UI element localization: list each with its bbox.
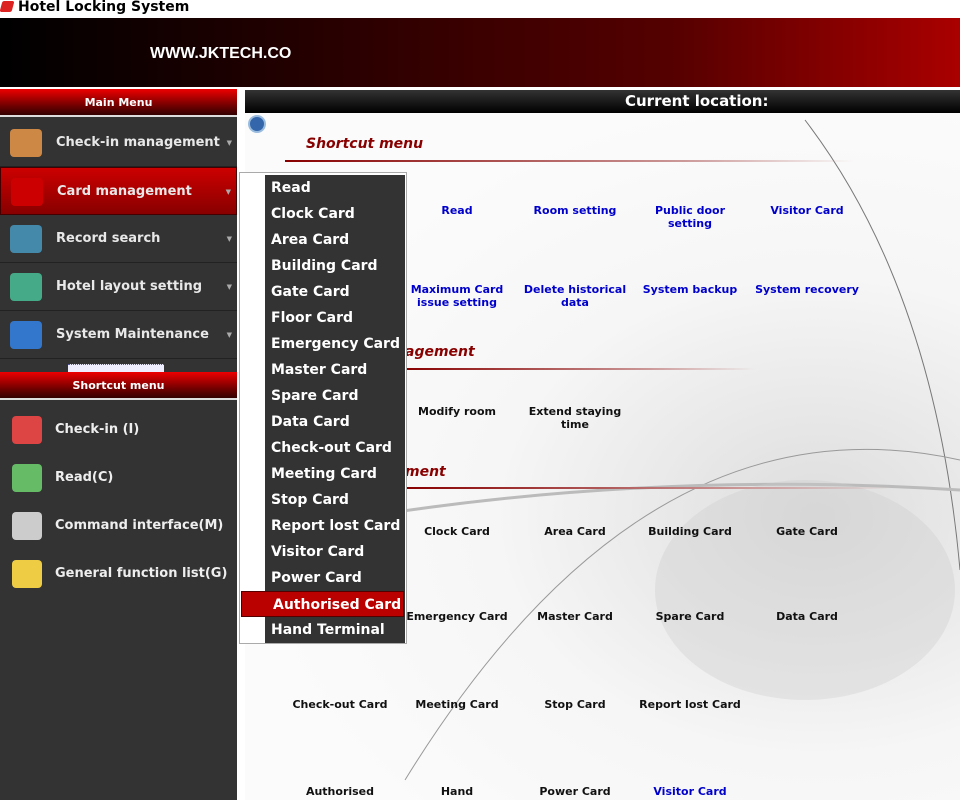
shortcut-cell[interactable]: Delete historical data: [520, 283, 630, 309]
shortcut-cell[interactable]: Modify room: [402, 405, 512, 418]
shortcut-cell[interactable]: Authorised: [285, 785, 395, 798]
menu-item-system-maintenance[interactable]: System Maintenance ▼: [0, 311, 237, 359]
splitter-handle[interactable]: [68, 364, 164, 372]
dropdown-item[interactable]: Visitor Card: [240, 539, 405, 565]
recycle-bin-icon: [12, 464, 42, 492]
shortcut-cell[interactable]: Master Card: [520, 610, 630, 623]
shortcut-cell[interactable]: System backup: [635, 283, 745, 296]
shortcut-cell[interactable]: Power Card: [520, 785, 630, 798]
dropdown-item[interactable]: Hand Terminal: [240, 617, 405, 643]
dropdown-item[interactable]: Building Card: [240, 253, 405, 279]
menu-item-hotel-layout-setting[interactable]: Hotel layout setting ▼: [0, 263, 237, 311]
magnifier-icon: [10, 225, 42, 253]
shortcut-cell[interactable]: Hand: [402, 785, 512, 798]
tools-icon: [10, 321, 42, 349]
building-icon: [10, 273, 42, 301]
dropdown-item[interactable]: Gate Card: [240, 279, 405, 305]
divider: [405, 487, 895, 489]
menu-item-label: Hotel layout setting: [56, 279, 203, 294]
shortcut-cell[interactable]: Clock Card: [402, 525, 512, 538]
shortcut-cell[interactable]: Meeting Card: [402, 698, 512, 711]
shortcut-1[interactable]: Read(C): [0, 454, 237, 502]
title-bar: Hotel Locking System: [0, 0, 960, 17]
shortcut-cell[interactable]: Read: [402, 204, 512, 217]
shortcut-cell[interactable]: Data Card: [752, 610, 862, 623]
shortcut-cell[interactable]: Visitor Card: [752, 204, 862, 217]
banner: WWW.JKTECH.CO: [0, 18, 960, 87]
shortcut-3[interactable]: General function list(G): [0, 550, 237, 598]
shortcut-cell[interactable]: Public door setting: [635, 204, 745, 230]
menu-item-record-search[interactable]: Record search ▼: [0, 215, 237, 263]
shortcut-cell[interactable]: Area Card: [520, 525, 630, 538]
shortcut-cell[interactable]: Maximum Card issue setting: [402, 283, 512, 309]
chevron-down-icon: ▼: [226, 283, 232, 291]
hand-card-icon: [12, 416, 42, 444]
dropdown-item[interactable]: Data Card: [240, 409, 405, 435]
menu-item-check-in-management[interactable]: Check-in management ▼: [0, 119, 237, 167]
shortcut-cell[interactable]: Visitor Card: [635, 785, 745, 798]
shortcut-cell[interactable]: Spare Card: [635, 610, 745, 623]
shortcut-cell[interactable]: Stop Card: [520, 698, 630, 711]
window-title: Hotel Locking System: [18, 0, 190, 15]
divider: [405, 368, 755, 370]
banner-text: WWW.JKTECH.CO: [150, 45, 292, 62]
dropdown-item[interactable]: Master Card: [240, 357, 405, 383]
current-location-bar: Current location:: [245, 90, 960, 113]
dropdown-item[interactable]: Emergency Card: [240, 331, 405, 357]
dropdown-item[interactable]: Check-out Card: [240, 435, 405, 461]
shortcut-2[interactable]: Command interface(M): [0, 502, 237, 550]
dropdown-item[interactable]: Stop Card: [240, 487, 405, 513]
card-management-dropdown: Read Clock Card Area Card Building Card Gate…: [239, 172, 407, 644]
section-title-card: ment: [405, 464, 446, 480]
shortcut-cell[interactable]: Building Card: [635, 525, 745, 538]
shortcut-0[interactable]: Check-in (I): [0, 406, 237, 454]
chevron-down-icon: ▼: [226, 235, 232, 243]
dropdown-item[interactable]: Authorised Card: [241, 591, 404, 617]
plug-check-icon: [12, 512, 42, 540]
shortcut-cell[interactable]: Check-out Card: [285, 698, 395, 711]
dropdown-item[interactable]: Area Card: [240, 227, 405, 253]
dropdown-item[interactable]: Spare Card: [240, 383, 405, 409]
divider: [285, 160, 855, 162]
section-title-shortcut: Shortcut menu: [306, 136, 424, 152]
sidebar: Main Menu Check-in management ▼ Card manag…: [0, 89, 237, 800]
chevron-down-icon: ▼: [226, 331, 232, 339]
shortcut-cell[interactable]: Room setting: [520, 204, 630, 217]
menu-item-label: Card management: [57, 184, 192, 199]
shortcut-cell[interactable]: System recovery: [752, 283, 862, 296]
shortcut-cell[interactable]: Extend staying time: [520, 405, 630, 431]
shortcut-label: Command interface(M): [55, 518, 224, 533]
dropdown-item[interactable]: Floor Card: [240, 305, 405, 331]
menu-item-label: System Maintenance: [56, 327, 209, 342]
dropdown-item[interactable]: Clock Card: [240, 201, 405, 227]
shortcut-cell[interactable]: Emergency Card: [402, 610, 512, 623]
dropdown-item[interactable]: Report lost Card: [240, 513, 405, 539]
shortcut-menu-header: Shortcut menu: [0, 372, 237, 400]
shortcut-cell[interactable]: Gate Card: [752, 525, 862, 538]
chevron-down-icon: ▼: [225, 188, 231, 196]
menu-item-label: Check-in management: [56, 135, 220, 150]
door-arrow-icon: [10, 129, 42, 157]
dropdown-item[interactable]: Power Card: [240, 565, 405, 591]
dropdown-item[interactable]: Read: [240, 175, 405, 201]
chevron-down-icon: ▼: [226, 139, 232, 147]
card-icon: [11, 178, 43, 206]
shortcut-cell[interactable]: Report lost Card: [635, 698, 745, 711]
shortcut-label: Check-in (I): [55, 422, 140, 437]
section-title-room: agement: [405, 344, 475, 360]
dropdown-item[interactable]: Meeting Card: [240, 461, 405, 487]
back-icon[interactable]: [248, 115, 266, 133]
shortcut-label: General function list(G): [55, 566, 228, 581]
function-list-icon: [12, 560, 42, 588]
shortcut-label: Read(C): [55, 470, 114, 485]
menu-item-card-management[interactable]: Card management ▼: [0, 167, 237, 215]
app-logo-icon: [0, 1, 15, 12]
main-menu-header: Main Menu: [0, 89, 237, 117]
menu-item-label: Record search: [56, 231, 161, 246]
